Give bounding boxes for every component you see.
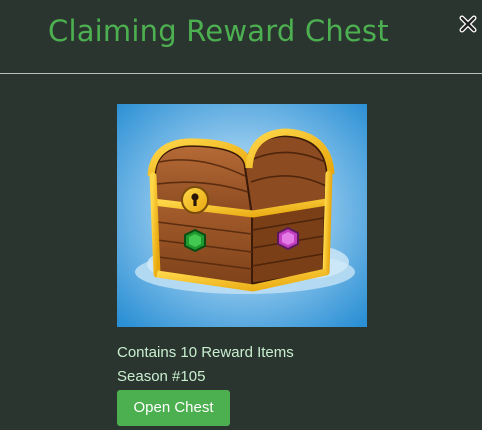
- close-icon: [459, 15, 477, 33]
- close-button[interactable]: [458, 14, 478, 34]
- claim-chest-modal: Claiming Reward Chest Contains 10 Reward…: [0, 0, 482, 430]
- season-label: Season #105: [117, 368, 206, 385]
- open-chest-button[interactable]: Open Chest: [117, 390, 230, 426]
- reward-items-count: Contains 10 Reward Items: [117, 344, 294, 361]
- modal-title: Claiming Reward Chest: [48, 14, 389, 48]
- treasure-chest-image: [117, 104, 367, 327]
- modal-header: Claiming Reward Chest: [0, 0, 482, 74]
